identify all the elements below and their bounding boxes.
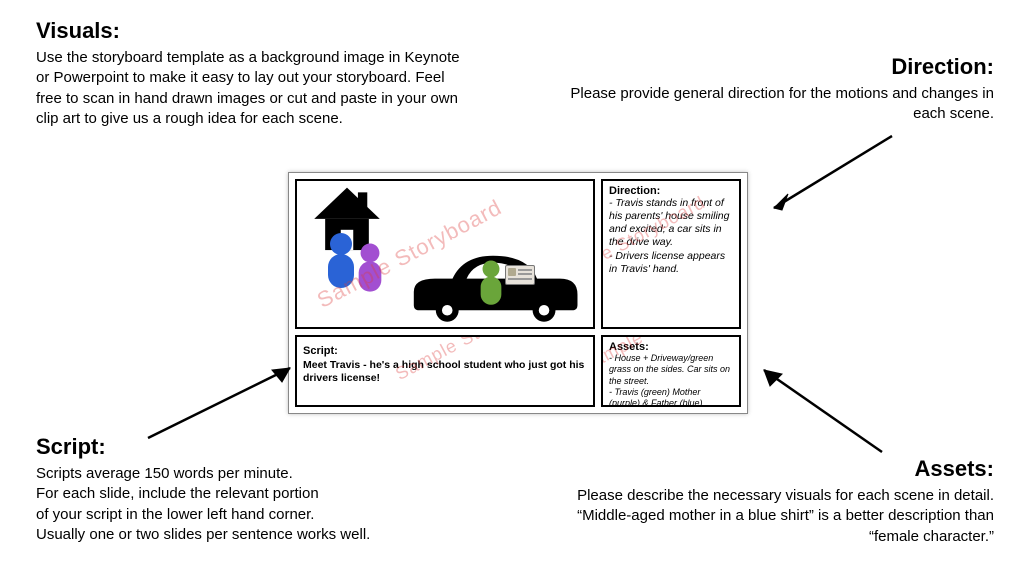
license-icon bbox=[505, 265, 535, 285]
visuals-label: Visuals: Use the storyboard template as … bbox=[36, 18, 466, 129]
arrow-direction bbox=[760, 130, 900, 220]
cell-direction-heading: Direction: bbox=[609, 185, 733, 197]
assets-label: Assets: Please describe the necessary vi… bbox=[544, 456, 994, 547]
cell-script-heading: Script: bbox=[303, 345, 338, 357]
scene-illustration: Sample Storyboard bbox=[297, 181, 593, 327]
cell-assets-line: - House + Driveway/green grass on the si… bbox=[609, 353, 733, 387]
cell-direction-line: - Drivers license appears in Travis' han… bbox=[609, 250, 733, 276]
travis-icon bbox=[475, 259, 507, 311]
cell-script: Script: Meet Travis - he's a high school… bbox=[295, 335, 595, 407]
direction-label: Direction: Please provide general direct… bbox=[564, 54, 994, 125]
cell-assets: Assets: - House + Driveway/green grass o… bbox=[601, 335, 741, 407]
arrow-assets bbox=[754, 360, 894, 460]
visuals-body: Use the storyboard template as a backgro… bbox=[36, 48, 466, 129]
script-label: Script: Scripts average 150 words per mi… bbox=[36, 434, 466, 545]
direction-body: Please provide general direction for the… bbox=[564, 84, 994, 125]
mother-icon bbox=[353, 241, 387, 297]
cell-assets-line: - Travis (green) Mother (purple) & Fathe… bbox=[609, 387, 733, 407]
storyboard-card: Sample Storyboard Direction: - Travis st… bbox=[288, 172, 748, 414]
cell-assets-heading: Assets: bbox=[609, 341, 733, 353]
assets-body: Please describe the necessary visuals fo… bbox=[544, 486, 994, 547]
cell-direction: Direction: - Travis stands in front of h… bbox=[601, 179, 741, 329]
script-body: Scripts average 150 words per minute. Fo… bbox=[36, 464, 466, 545]
visuals-title: Visuals: bbox=[36, 18, 466, 44]
arrow-script bbox=[140, 360, 300, 444]
cell-direction-line: - Travis stands in front of his parents'… bbox=[609, 197, 733, 250]
cell-script-body: Meet Travis - he's a high school student… bbox=[303, 359, 587, 385]
cell-visual: Sample Storyboard bbox=[295, 179, 595, 329]
direction-title: Direction: bbox=[564, 54, 994, 80]
